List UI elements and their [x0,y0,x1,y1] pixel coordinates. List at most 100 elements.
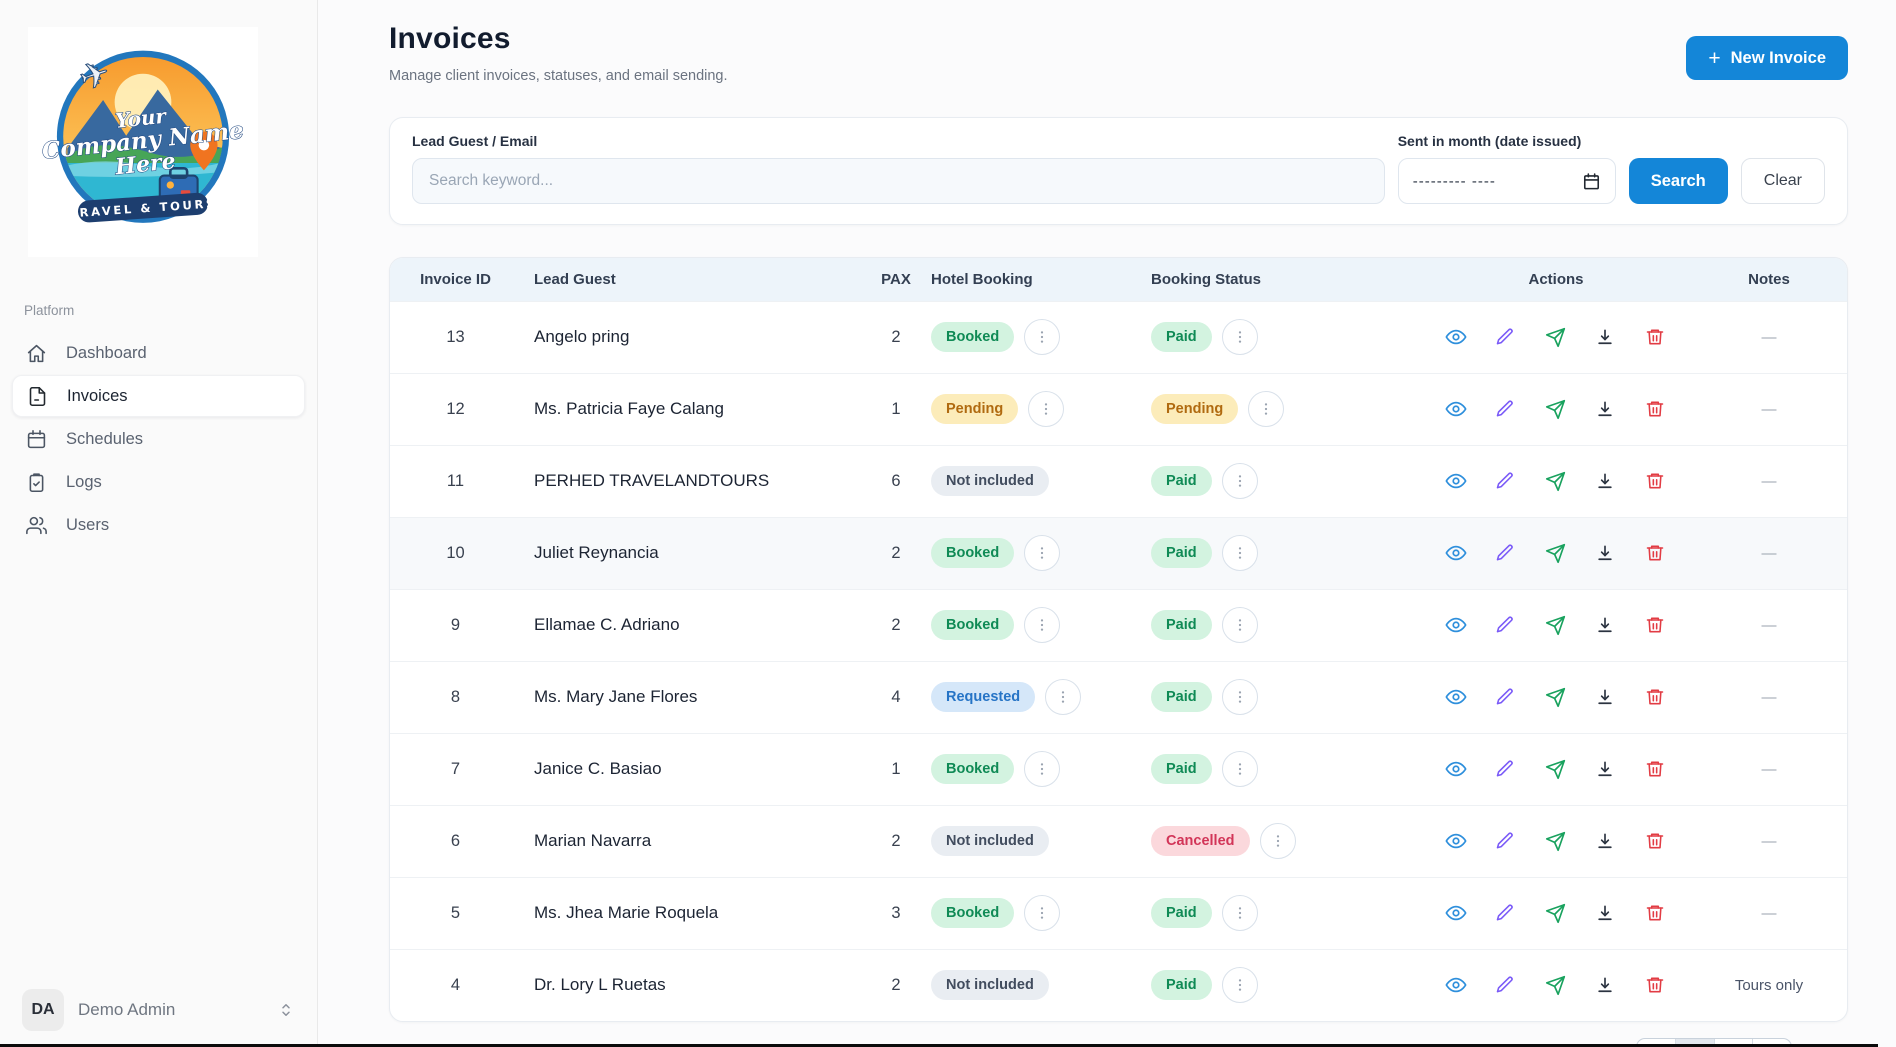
view-button[interactable] [1445,470,1467,492]
edit-button[interactable] [1495,326,1517,348]
note-text: — [1762,905,1777,922]
delete-button[interactable] [1645,758,1667,780]
travel-logo-image: ✈ Your Company Name Here TRAVEL & TOURS [38,37,248,247]
sidebar-item-users[interactable]: Users [12,504,305,546]
month-date-input[interactable]: --------- ---- [1398,158,1616,204]
ellipsis-icon [1034,905,1050,921]
send-button[interactable] [1545,398,1567,420]
status-badge-menu-button[interactable] [1222,895,1258,931]
delete-button[interactable] [1645,470,1667,492]
download-button[interactable] [1595,326,1617,348]
status-badge-menu-button[interactable] [1222,967,1258,1003]
hotel-badge-menu-button[interactable] [1024,751,1060,787]
download-button[interactable] [1595,470,1617,492]
note-text: — [1762,401,1777,418]
new-invoice-button[interactable]: + New Invoice [1686,36,1848,80]
sidebar-item-dashboard[interactable]: Dashboard [12,332,305,374]
view-button[interactable] [1445,686,1467,708]
view-button[interactable] [1445,398,1467,420]
status-badge-menu-button[interactable] [1260,823,1296,859]
edit-button[interactable] [1495,830,1517,852]
trash-icon [1645,831,1665,851]
view-button[interactable] [1445,830,1467,852]
hotel-badge-menu-button[interactable] [1045,679,1081,715]
send-button[interactable] [1545,470,1567,492]
view-button[interactable] [1445,902,1467,924]
send-button[interactable] [1545,758,1567,780]
col-pax: PAX [861,258,931,301]
edit-button[interactable] [1495,686,1517,708]
status-badge-menu-button[interactable] [1222,319,1258,355]
invoice-id: 5 [451,904,460,922]
send-icon [1545,471,1566,492]
sidebar-item-schedules[interactable]: Schedules [12,418,305,460]
status-badge-menu-button[interactable] [1222,751,1258,787]
trash-icon [1645,615,1665,635]
status-badge-menu-button[interactable] [1248,391,1284,427]
note-text: — [1762,329,1777,346]
hotel-badge-menu-button[interactable] [1024,319,1060,355]
edit-button[interactable] [1495,542,1517,564]
pencil-icon [1495,975,1515,995]
search-button[interactable]: Search [1629,158,1728,204]
view-button[interactable] [1445,758,1467,780]
clear-button[interactable]: Clear [1741,158,1825,204]
edit-button[interactable] [1495,470,1517,492]
edit-button[interactable] [1495,614,1517,636]
delete-button[interactable] [1645,542,1667,564]
hotel-badge-menu-button[interactable] [1024,895,1060,931]
delete-button[interactable] [1645,398,1667,420]
status-badge-menu-button[interactable] [1222,679,1258,715]
ellipsis-icon [1232,689,1248,705]
user-menu[interactable]: DA Demo Admin [10,983,307,1037]
invoices-table: Invoice ID Lead Guest PAX Hotel Booking … [390,258,1847,1021]
send-button[interactable] [1545,902,1567,924]
delete-button[interactable] [1645,974,1667,996]
send-button[interactable] [1545,830,1567,852]
status-badge-menu-button[interactable] [1222,607,1258,643]
download-button[interactable] [1595,974,1617,996]
view-button[interactable] [1445,614,1467,636]
delete-button[interactable] [1645,686,1667,708]
send-button[interactable] [1545,326,1567,348]
download-button[interactable] [1595,686,1617,708]
hotel-badge-menu-button[interactable] [1024,535,1060,571]
send-button[interactable] [1545,542,1567,564]
sidebar-item-label: Dashboard [66,344,147,363]
hotel-badge-menu-button[interactable] [1024,607,1060,643]
delete-button[interactable] [1645,830,1667,852]
download-button[interactable] [1595,830,1617,852]
status-badge-menu-button[interactable] [1222,535,1258,571]
send-icon [1545,327,1566,348]
status-badge-menu-button[interactable] [1222,463,1258,499]
delete-button[interactable] [1645,614,1667,636]
view-button[interactable] [1445,326,1467,348]
download-button[interactable] [1595,542,1617,564]
delete-button[interactable] [1645,326,1667,348]
search-input[interactable] [412,158,1385,204]
note-text: — [1762,473,1777,490]
edit-button[interactable] [1495,902,1517,924]
send-button[interactable] [1545,614,1567,636]
calendar-picker-icon[interactable] [1582,172,1601,191]
send-button[interactable] [1545,686,1567,708]
view-button[interactable] [1445,974,1467,996]
download-button[interactable] [1595,758,1617,780]
download-button[interactable] [1595,398,1617,420]
hotel-booking-badge: Booked [931,610,1014,640]
hotel-booking-badge: Booked [931,898,1014,928]
sidebar-item-invoices[interactable]: Invoices [12,375,305,417]
pax-count: 2 [891,328,900,346]
delete-button[interactable] [1645,902,1667,924]
send-button[interactable] [1545,974,1567,996]
booking-status-badge: Cancelled [1151,826,1250,856]
view-button[interactable] [1445,542,1467,564]
sidebar-item-logs[interactable]: Logs [12,461,305,503]
download-button[interactable] [1595,902,1617,924]
hotel-badge-menu-button[interactable] [1028,391,1064,427]
download-button[interactable] [1595,614,1617,636]
edit-button[interactable] [1495,398,1517,420]
edit-button[interactable] [1495,758,1517,780]
filter-panel: Lead Guest / Email Sent in month (date i… [389,117,1848,225]
edit-button[interactable] [1495,974,1517,996]
